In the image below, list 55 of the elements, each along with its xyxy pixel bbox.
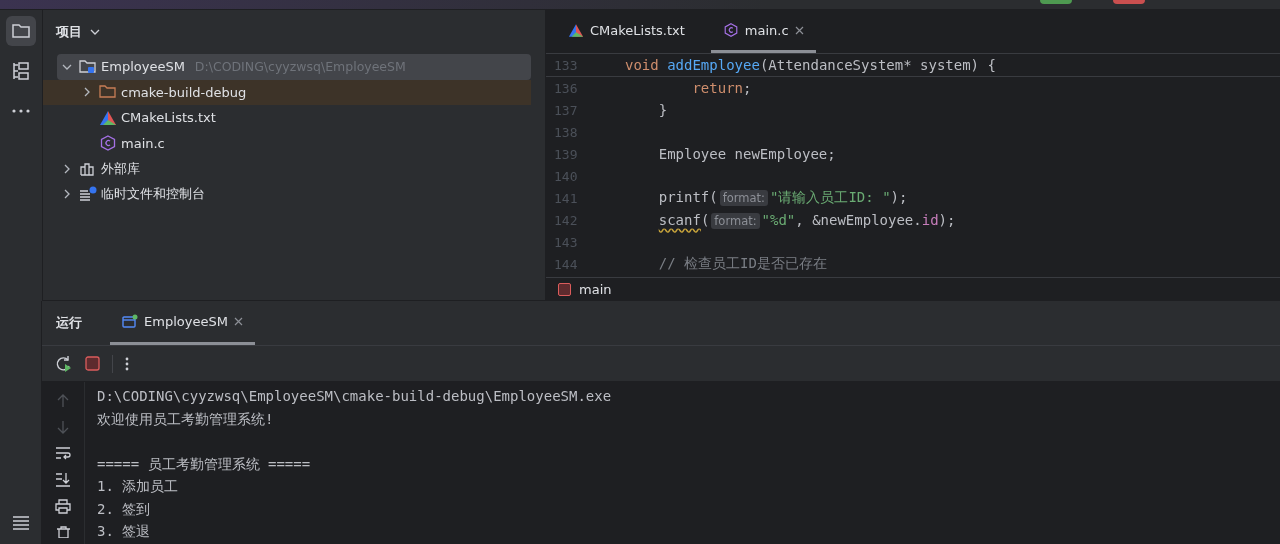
tree-item[interactable]: 临时文件和控制台 [43,181,531,207]
code-line: scanf( format: "%d", &newEmployee.id); [657,212,956,228]
tree-item-label: cmake-build-debug [121,84,247,100]
tree-item[interactable]: 外部库 [43,156,531,182]
breadcrumb[interactable]: main [579,281,612,297]
more-icon[interactable] [125,356,129,371]
editor-tab[interactable]: CMakeLists.txt [556,10,697,53]
folder-icon[interactable] [11,22,31,40]
c-file-icon [722,22,739,38]
triangle-icon [568,22,584,38]
console-line: 3. 签退 [97,522,152,541]
more-icon[interactable] [11,108,31,114]
tree-item-label: CMakeLists.txt [121,110,216,126]
console-line: 欢迎使用员工考勤管理系统! [97,409,275,429]
editor-tab[interactable]: main.c [710,10,816,53]
code-line: void addEmployee(AttendanceSystem* system) { [625,57,996,73]
chevron-icon[interactable] [82,87,92,98]
console-line: ===== 员工考勤管理系统 ===== [97,454,312,474]
console-line: D:\CODING\cyyzwsq\EmployeeSM\cmake-build-debug\EmployeeSM.exe [97,387,612,406]
trash-icon[interactable] [55,526,71,538]
tree-item-label: 临时文件和控制台 [101,185,205,204]
stop-icon[interactable] [85,356,100,371]
caret-icon[interactable] [90,29,100,35]
window-icon [122,314,138,329]
code-line: } [657,102,668,118]
folder-icon [79,58,97,75]
tree-item[interactable]: main.c [43,130,531,156]
printer-icon[interactable] [55,499,71,514]
chevron-icon[interactable] [62,163,72,174]
menu-icon[interactable] [11,516,30,530]
panel-title[interactable]: 项目 [56,23,82,41]
scroll-to-end-icon[interactable] [55,472,71,487]
tree-item-label: EmployeeSM [101,59,185,75]
tree-item[interactable]: cmake-build-debug [43,79,531,105]
tree-item-label: main.c [121,135,165,151]
chevron-icon[interactable] [62,189,72,200]
code-line: Employee newEmployee; [657,146,836,162]
tree-item[interactable]: CMakeLists.txt [43,105,531,131]
code-line: return; [691,80,752,96]
rerun-icon[interactable] [55,354,73,373]
close-icon[interactable] [233,317,243,326]
soft-wrap-icon[interactable] [55,446,71,460]
folder-icon [99,84,117,101]
code-line: printf( format: "请输入员工ID: "); [657,189,908,207]
library-icon [79,160,97,177]
panel-title: 运行 [56,314,82,332]
c-file-icon [99,135,117,152]
run-tab[interactable]: EmployeeSM [110,301,255,345]
console-line: 1. 添加员工 [97,477,180,496]
tree-item-label: 外部库 [101,159,140,178]
project-tool-button[interactable] [6,16,36,46]
code-line: // 检查员工ID是否已存在 [657,255,827,273]
close-icon[interactable] [794,25,804,35]
triangle-icon [99,109,117,126]
console-line: 2. 签到 [97,499,152,519]
